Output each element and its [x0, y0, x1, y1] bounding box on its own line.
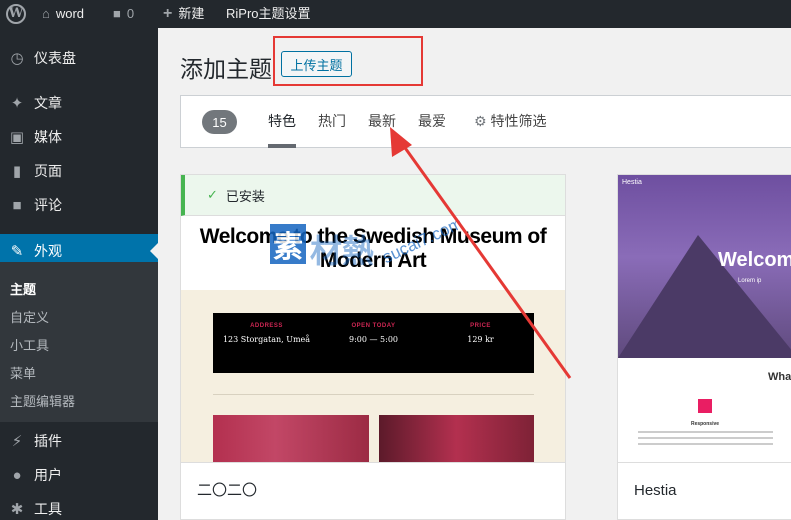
preview-brand: Hestia — [622, 179, 642, 186]
menu-label: 工具 — [34, 501, 62, 517]
menu-pages[interactable]: ▮ 页面 — [0, 154, 158, 188]
menu-label: 文章 — [34, 95, 62, 111]
preview-divider — [213, 394, 534, 395]
wordpress-logo-icon: W — [6, 4, 26, 24]
new-content-link[interactable]: + 新建 — [163, 0, 204, 28]
ripro-settings-link[interactable]: RiPro主题设置 — [226, 0, 311, 28]
annotation-highlight-box — [273, 36, 423, 86]
menu-posts[interactable]: ✦ 文章 — [0, 86, 158, 120]
preview-subtitle: Lorem ip — [738, 278, 762, 284]
menu-label: 外观 — [34, 243, 62, 259]
preview-price: 129 kr — [467, 335, 494, 344]
menu-label: 插件 — [34, 433, 62, 449]
submenu-themes[interactable]: 主题 — [10, 276, 36, 304]
menu-users[interactable]: ● 用户 — [0, 458, 158, 492]
admin-bar: W ⌂ word ■ 0 + 新建 RiPro主题设置 — [0, 0, 791, 28]
comments-link[interactable]: ■ 0 — [113, 0, 134, 28]
preview-feature: Responsive — [690, 421, 720, 427]
checkmark-icon: ✓ — [207, 187, 218, 202]
preview-section-title: What — [768, 371, 791, 383]
comment-bubble-icon: ■ — [113, 6, 121, 21]
wp-logo-menu[interactable]: W — [6, 0, 26, 28]
new-label: 新建 — [178, 6, 205, 21]
menu-dashboard[interactable]: ◷ 仪表盘 — [0, 41, 158, 75]
preview-address: 123 Storgatan, Umeå — [222, 335, 311, 344]
appearance-submenu: 主题 自定义 小工具 菜单 主题编辑器 — [0, 262, 158, 422]
plugin-icon: ⚡ — [11, 433, 23, 450]
theme-count-badge: 15 — [202, 110, 237, 134]
site-name-link[interactable]: ⌂ word — [42, 0, 84, 28]
feature-filter-label: 特性筛选 — [490, 113, 547, 129]
theme-filter-bar: 15 特色 热门 最新 最爱 ⚙ 特性筛选 — [180, 95, 791, 148]
page-icon: ▮ — [12, 163, 22, 180]
menu-label: 评论 — [34, 197, 62, 213]
preview-open: 9:00 — 5:00 — [348, 335, 398, 344]
preview-image-right — [379, 415, 534, 462]
submenu-widgets[interactable]: 小工具 — [10, 332, 49, 360]
menu-tools[interactable]: ✱ 工具 — [0, 492, 158, 520]
installed-notice: ✓ 已安装 — [181, 175, 565, 216]
tab-featured[interactable]: 特色 — [268, 96, 296, 148]
preview-info-box: ADDRESS 123 Storgatan, Umeå OPEN TODAY 9… — [213, 313, 534, 373]
user-icon: ● — [12, 466, 22, 484]
menu-label: 页面 — [34, 163, 62, 179]
theme-screenshot: Welcome to the Swedish Museum of Modern … — [181, 216, 565, 462]
comments-count: 0 — [126, 6, 135, 21]
tab-popular[interactable]: 热门 — [318, 96, 346, 148]
preview-text-lines — [638, 431, 773, 449]
theme-name: Hestia — [618, 462, 791, 519]
gear-icon: ⚙ — [474, 113, 487, 129]
preview-price-label: PRICE — [470, 323, 491, 329]
dashboard-icon: ◷ — [10, 50, 24, 67]
menu-comments[interactable]: ■ 评论 — [0, 188, 158, 222]
theme-screenshot: Hestia Welcom Lorem ip What Responsive — [618, 175, 791, 464]
theme-name: 二〇二〇 — [181, 462, 565, 519]
pin-icon: ✦ — [10, 95, 24, 112]
page-title: 添加主题 — [180, 56, 272, 82]
preview-headline: Welcom — [718, 249, 791, 271]
grid-icon — [698, 399, 712, 413]
appearance-icon: ✎ — [10, 243, 24, 260]
wrench-icon: ✱ — [10, 501, 24, 518]
menu-label: 用户 — [34, 467, 62, 483]
submenu-theme-editor[interactable]: 主题编辑器 — [10, 388, 75, 416]
menu-label: 仪表盘 — [34, 50, 76, 66]
tab-favorites[interactable]: 最爱 — [418, 96, 446, 148]
home-icon: ⌂ — [42, 6, 50, 21]
feature-filter-link[interactable]: ⚙ 特性筛选 — [474, 96, 546, 148]
menu-plugins[interactable]: ⚡ 插件 — [0, 424, 158, 458]
submenu-customize[interactable]: 自定义 — [10, 304, 49, 332]
menu-media[interactable]: ▣ 媒体 — [0, 120, 158, 154]
menu-label: 媒体 — [34, 129, 62, 145]
media-icon: ▣ — [9, 129, 25, 146]
preview-image-left — [213, 415, 369, 462]
plus-icon: + — [163, 5, 173, 22]
comment-icon: ■ — [12, 196, 22, 214]
site-name: word — [55, 6, 85, 21]
preview-headline: Welcome to the Swedish Museum of Modern … — [181, 216, 565, 290]
tab-latest[interactable]: 最新 — [368, 96, 396, 148]
submenu-menus[interactable]: 菜单 — [10, 360, 36, 388]
preview-address-label: ADDRESS — [250, 323, 283, 329]
theme-card-hestia[interactable]: Hestia Welcom Lorem ip What Responsive H… — [617, 174, 791, 520]
preview-hero: Hestia Welcom Lorem ip — [618, 175, 791, 358]
theme-card-twentytwenty[interactable]: ✓ 已安装 Welcome to the Swedish Museum of M… — [180, 174, 566, 520]
installed-label: 已安装 — [225, 188, 265, 204]
ripro-settings-label: RiPro主题设置 — [226, 6, 311, 21]
preview-open-label: OPEN TODAY — [351, 323, 396, 329]
